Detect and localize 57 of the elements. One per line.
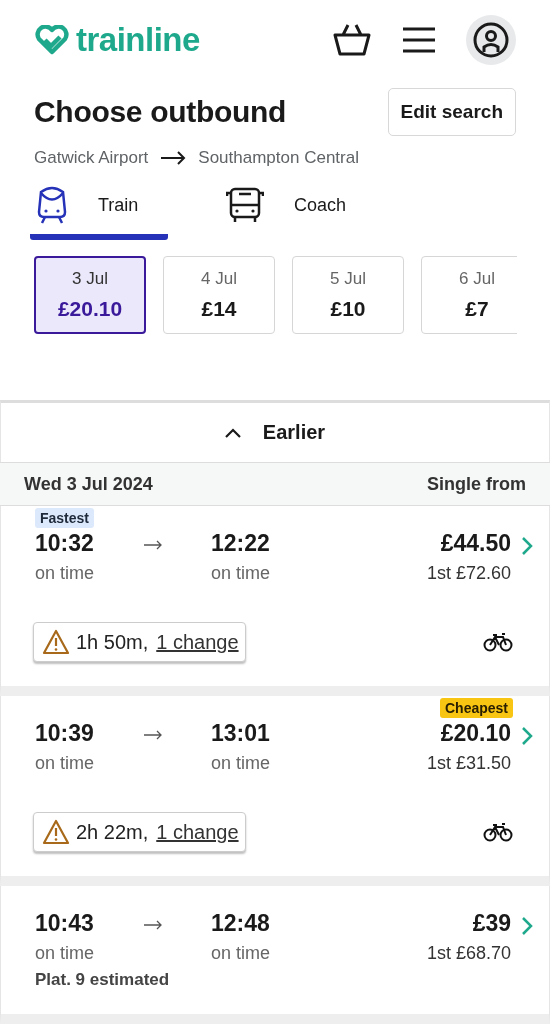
departure-status: on time [35, 753, 96, 774]
departure-time: 10:43 [35, 910, 95, 937]
date-price-card[interactable]: 5 Jul £10 [292, 256, 404, 334]
arrow-right-icon [143, 920, 163, 930]
chevron-up-icon [224, 427, 241, 438]
page-title: Choose outbound [34, 95, 287, 129]
chevron-right-icon[interactable] [521, 916, 533, 936]
menu-icon[interactable] [402, 26, 436, 54]
journey-card[interactable]: Cheapest 10:39 on time 13:01 on time £20.10 1st £31.50 2h 22m, 1 change [0, 696, 550, 886]
platform-note: Plat. 9 estimated [35, 970, 171, 990]
heart-logo-icon [34, 25, 70, 55]
chevron-right-icon[interactable] [521, 726, 533, 746]
warning-icon [42, 629, 70, 655]
fastest-tag: Fastest [35, 508, 95, 528]
arrival-time: 12:48 [211, 910, 271, 937]
arrow-right-icon [143, 540, 163, 550]
train-icon [36, 186, 68, 224]
warning-icon [42, 819, 70, 845]
account-icon[interactable] [466, 15, 516, 65]
date-heading: Wed 3 Jul 2024 [24, 473, 153, 495]
journey-card[interactable]: Fastest 10:32 on time 12:22 on time £44.50 1st £72.60 1h 50m, 1 change [0, 506, 550, 696]
date-price-card[interactable]: 4 Jul £14 [163, 256, 275, 334]
arrival-status: on time [211, 563, 272, 584]
changes-link[interactable]: 1 change [156, 630, 239, 654]
departure-status: on time [35, 943, 96, 964]
cheapest-tag: Cheapest [439, 698, 513, 718]
date-price-card[interactable]: 3 Jul £20.10 [34, 256, 146, 334]
journey-card[interactable]: 10:43 on time 12:48 on time £39 1st £68.70 Plat. 9 estimated [0, 886, 550, 1024]
fare-price: £39 [472, 910, 511, 937]
edit-search-button[interactable]: Edit search [387, 88, 516, 136]
fare-price: £20.10 [440, 720, 511, 747]
duration-chip[interactable]: 1h 50m, 1 change [33, 622, 246, 662]
destination-station: Southampton Central [198, 148, 359, 168]
first-class-price: 1st £72.60 [426, 563, 511, 584]
departure-status: on time [35, 563, 96, 584]
departure-time: 10:39 [35, 720, 95, 747]
first-class-price: 1st £31.50 [426, 753, 511, 774]
arrival-status: on time [211, 943, 272, 964]
earlier-button[interactable]: Earlier [0, 400, 550, 462]
basket-icon[interactable] [332, 22, 372, 58]
first-class-price: 1st £68.70 [426, 943, 511, 964]
departure-time: 10:32 [35, 530, 95, 557]
changes-link[interactable]: 1 change [156, 820, 239, 844]
duration-chip[interactable]: 2h 22m, 1 change [33, 812, 246, 852]
origin-station: Gatwick Airport [34, 148, 149, 168]
arrow-right-icon [143, 730, 163, 740]
mode-tab[interactable]: Train [30, 182, 168, 240]
arrow-right-icon [160, 151, 187, 165]
fare-price: £44.50 [440, 530, 511, 557]
bus-icon [226, 187, 264, 223]
arrival-time: 13:01 [211, 720, 271, 747]
mode-tab[interactable]: Coach [220, 182, 410, 240]
arrival-time: 12:22 [211, 530, 271, 557]
chevron-right-icon[interactable] [521, 536, 533, 556]
price-heading: Single from [427, 473, 526, 495]
arrival-status: on time [211, 753, 272, 774]
date-price-card[interactable]: 6 Jul £7 [421, 256, 517, 334]
